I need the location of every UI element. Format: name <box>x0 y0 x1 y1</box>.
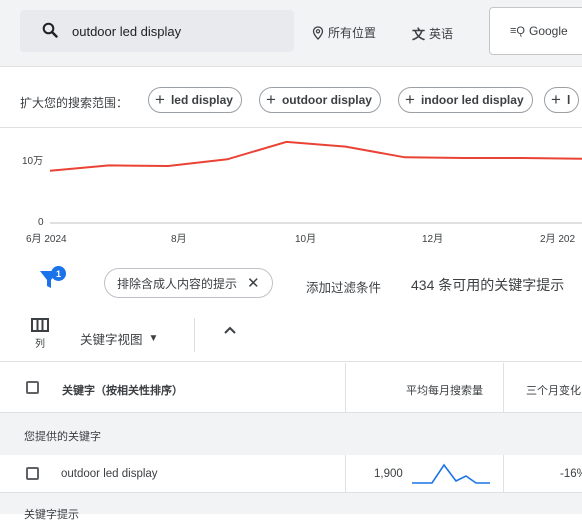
chip-label: indoor led display <box>420 93 524 107</box>
broaden-chip[interactable]: + outdoor display <box>259 87 381 113</box>
x-tick-label: 12月 <box>422 234 444 245</box>
x-tick-label: 10月 <box>295 234 317 245</box>
chevron-up-icon[interactable] <box>222 322 238 338</box>
group-row-provided: 您提供的关键字 <box>0 413 582 455</box>
adult-filter-chip[interactable]: 排除含成人内容的提示 ✕ <box>104 268 273 298</box>
group-label: 关键字提示 <box>24 509 79 521</box>
column-header-volume[interactable]: 平均每月搜索量 <box>406 382 483 398</box>
group-label: 您提供的关键字 <box>24 431 101 443</box>
series-line-red <box>49 140 582 172</box>
language-label: 英语 <box>429 27 454 41</box>
row-checkbox[interactable] <box>26 467 39 480</box>
row-keyword: outdoor led display <box>61 468 158 480</box>
keyword-view-label: 关键字视图 <box>80 333 143 347</box>
plus-icon: + <box>266 90 276 109</box>
columns-label: 列 <box>35 339 45 350</box>
broaden-search-bar: 扩大您的搜索范围： + led display + outdoor display … <box>0 66 582 128</box>
column-header-keyword[interactable]: 关键字（按相关性排序） <box>62 382 183 398</box>
table-row[interactable]: outdoor led display 1,900 -16% <box>0 455 582 493</box>
close-icon[interactable]: ✕ <box>247 274 260 292</box>
columns-icon <box>31 318 49 332</box>
translate-icon: 文 <box>412 27 426 42</box>
chip-label: led display <box>170 93 233 107</box>
group-row-suggestions: 关键字提示 <box>0 493 582 521</box>
column-divider <box>345 455 346 493</box>
broaden-chip[interactable]: + led display <box>148 87 242 113</box>
column-divider <box>503 455 504 493</box>
dropdown-arrow-icon: ▼ <box>148 333 159 344</box>
select-all-checkbox[interactable] <box>26 381 39 394</box>
broaden-chip[interactable]: + l <box>544 87 580 113</box>
y-tick-label: 0 <box>38 217 44 228</box>
row-change: -16% <box>560 468 582 480</box>
y-tick-label: 10万 <box>22 156 44 167</box>
search-engine-button[interactable]: ≡Ǫ Google <box>489 7 582 55</box>
filter-chip-label: 排除含成人内容的提示 <box>117 276 238 291</box>
search-trend-chart <box>49 140 582 224</box>
location-button[interactable]: 所有位置 <box>312 24 376 41</box>
language-button[interactable]: 文 英语 <box>412 24 453 43</box>
search-engine-icon: ≡Ǫ <box>510 25 525 37</box>
table-header: 关键字（按相关性排序） 平均每月搜索量 三个月变化 <box>0 363 582 413</box>
search-icon <box>42 22 58 38</box>
column-divider <box>345 363 346 413</box>
filter-count-badge: 1 <box>51 266 66 281</box>
location-label: 所有位置 <box>328 26 377 40</box>
search-value: outdoor led display <box>72 24 182 39</box>
keyword-count: 434 条可用的关键字提示 <box>411 277 565 293</box>
x-tick-label: 2月 202 <box>540 234 576 245</box>
column-header-change[interactable]: 三个月变化 <box>526 382 581 398</box>
plus-icon: + <box>405 90 415 109</box>
column-divider <box>503 363 504 413</box>
broaden-label: 扩大您的搜索范围： <box>20 96 129 110</box>
keyword-view-dropdown[interactable]: 关键字视图 ▼ <box>80 329 158 348</box>
sparkline <box>412 463 490 484</box>
x-tick-label: 8月 <box>171 234 187 245</box>
plus-icon: + <box>551 90 561 109</box>
broaden-chip[interactable]: + indoor led display <box>398 87 533 113</box>
chip-label: outdoor display <box>281 93 372 107</box>
add-filter-link[interactable]: 添加过滤条件 <box>306 277 381 296</box>
location-pin-icon <box>312 25 324 40</box>
plus-icon: + <box>155 90 165 109</box>
search-engine-label: Google <box>528 24 568 38</box>
x-tick-label: 6月 2024 <box>26 234 67 245</box>
columns-button[interactable]: 列 <box>31 318 49 350</box>
row-volume: 1,900 <box>374 468 403 480</box>
chip-label: l <box>566 93 571 107</box>
keyword-search-field[interactable]: outdoor led display <box>20 10 294 52</box>
divider <box>194 318 195 352</box>
